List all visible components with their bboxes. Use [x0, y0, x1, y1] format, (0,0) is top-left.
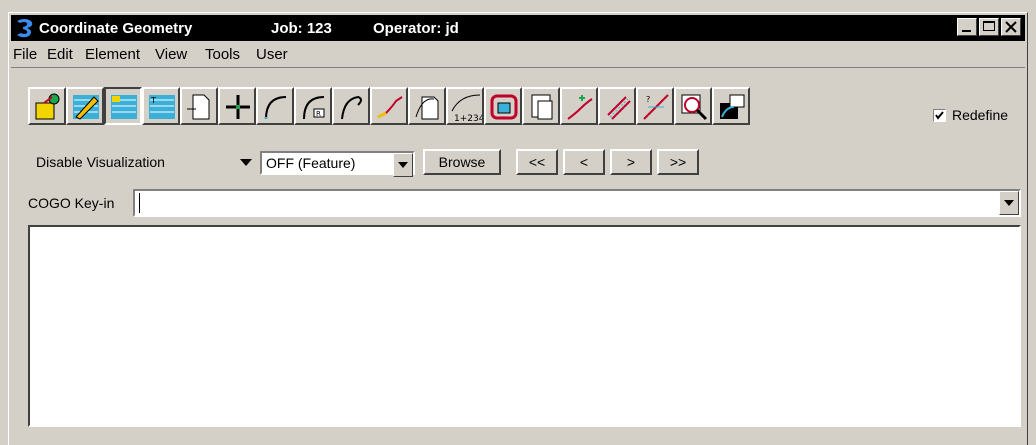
- tool-offset-button[interactable]: [598, 87, 636, 125]
- visualization-select[interactable]: Disable Visualization: [28, 151, 258, 175]
- intersect-icon: ?: [643, 94, 669, 120]
- text-caret: [139, 193, 140, 213]
- tool-stationing-button[interactable]: 1+234: [446, 87, 484, 125]
- svg-text:R: R: [316, 110, 321, 118]
- chevron-down-icon: [398, 162, 408, 168]
- browse-button[interactable]: Browse: [423, 149, 501, 175]
- tool-point-button[interactable]: [218, 87, 256, 125]
- minimize-icon: [962, 30, 971, 32]
- tool-import-button[interactable]: [712, 87, 750, 125]
- menu-view[interactable]: View: [155, 46, 187, 63]
- menu-bar: File Edit Element View Tools User: [11, 43, 1025, 68]
- close-button[interactable]: [1001, 18, 1021, 36]
- checkmark-icon: [935, 111, 944, 120]
- svg-text:1+234: 1+234: [454, 114, 482, 123]
- chevron-down-icon: [240, 159, 252, 166]
- next-button[interactable]: >: [610, 149, 652, 175]
- previous-button[interactable]: <: [563, 149, 605, 175]
- first-label: <<: [528, 154, 546, 170]
- tool-copy-doc-button[interactable]: [522, 87, 560, 125]
- crosshair-icon: [226, 95, 250, 119]
- svg-text:?: ?: [646, 95, 650, 104]
- cogo-window: Coordinate Geometry Job: 123 Operator: j…: [8, 12, 1028, 445]
- redefine-label: Redefine: [952, 107, 1009, 123]
- chain-icon: [377, 96, 403, 119]
- doc-curve-icon: [415, 96, 439, 120]
- window-controls: [955, 18, 1021, 36]
- tool-open-job-button[interactable]: [28, 87, 66, 125]
- curve-radius-icon: R: [303, 96, 325, 120]
- previous-label: <: [579, 154, 589, 170]
- keyin-input[interactable]: [133, 189, 1021, 217]
- text-list-icon: T: [149, 95, 175, 119]
- document-icon: [187, 94, 210, 120]
- tool-parcel-button[interactable]: [484, 87, 522, 125]
- redefine-checkbox[interactable]: [933, 109, 946, 122]
- list-icon: [111, 95, 137, 119]
- first-button[interactable]: <<: [516, 149, 558, 175]
- tool-chain-button[interactable]: [370, 87, 408, 125]
- tool-text-list-button[interactable]: T: [142, 87, 180, 125]
- pencil-list-icon: [73, 95, 99, 120]
- minimize-button[interactable]: [957, 18, 977, 36]
- chevron-down-icon: [1004, 200, 1014, 206]
- job-label: Job: 123: [271, 20, 332, 37]
- window-title: Coordinate Geometry: [39, 20, 193, 37]
- tool-curve-button[interactable]: [256, 87, 294, 125]
- tool-doc-curve-button[interactable]: [408, 87, 446, 125]
- magnify-icon: [681, 94, 708, 121]
- last-button[interactable]: >>: [657, 149, 699, 175]
- tool-spiral-button[interactable]: [332, 87, 370, 125]
- operator-label: Operator: jd: [373, 20, 459, 37]
- feature-filter-value: OFF (Feature): [266, 155, 356, 171]
- tool-curve-radius-button[interactable]: R: [294, 87, 332, 125]
- import-icon: [720, 94, 745, 119]
- tool-edit-button[interactable]: [66, 87, 104, 125]
- menu-edit[interactable]: Edit: [47, 46, 73, 63]
- menu-element[interactable]: Element: [85, 46, 140, 63]
- offset-lines-icon: [607, 96, 631, 120]
- spiral-icon: [341, 95, 362, 120]
- keyin-label: COGO Key-in: [28, 195, 115, 211]
- feature-filter-select[interactable]: OFF (Feature): [260, 151, 415, 177]
- tool-intersect-button[interactable]: ?: [636, 87, 674, 125]
- parcel-icon: [490, 94, 518, 120]
- title-bar[interactable]: Coordinate Geometry Job: 123 Operator: j…: [11, 15, 1025, 41]
- feature-filter-dropdown-button[interactable]: [393, 153, 413, 177]
- tool-path-button[interactable]: [560, 87, 598, 125]
- tool-list-button[interactable]: [104, 87, 142, 125]
- path-points-icon: [567, 95, 593, 120]
- menu-file[interactable]: File: [13, 46, 37, 63]
- open-folder-icon: [35, 93, 60, 120]
- close-icon: [1005, 21, 1017, 33]
- curve-icon: [264, 96, 287, 120]
- menu-user[interactable]: User: [256, 46, 288, 63]
- svg-text:T: T: [150, 96, 156, 105]
- last-label: >>: [669, 154, 687, 170]
- tool-zoom-button[interactable]: [674, 87, 712, 125]
- copy-doc-icon: [531, 94, 553, 120]
- browse-label: Browse: [438, 154, 486, 170]
- stationing-icon: 1+234: [451, 94, 482, 123]
- tool-document-button[interactable]: [180, 87, 218, 125]
- keyin-dropdown-button[interactable]: [999, 191, 1019, 215]
- maximize-button[interactable]: [979, 18, 999, 36]
- next-label: >: [626, 154, 636, 170]
- output-area[interactable]: [28, 225, 1021, 427]
- visualization-value: Disable Visualization: [36, 154, 165, 170]
- maximize-icon: [983, 21, 995, 31]
- menu-tools[interactable]: Tools: [205, 46, 240, 63]
- app-logo-icon: [17, 19, 33, 38]
